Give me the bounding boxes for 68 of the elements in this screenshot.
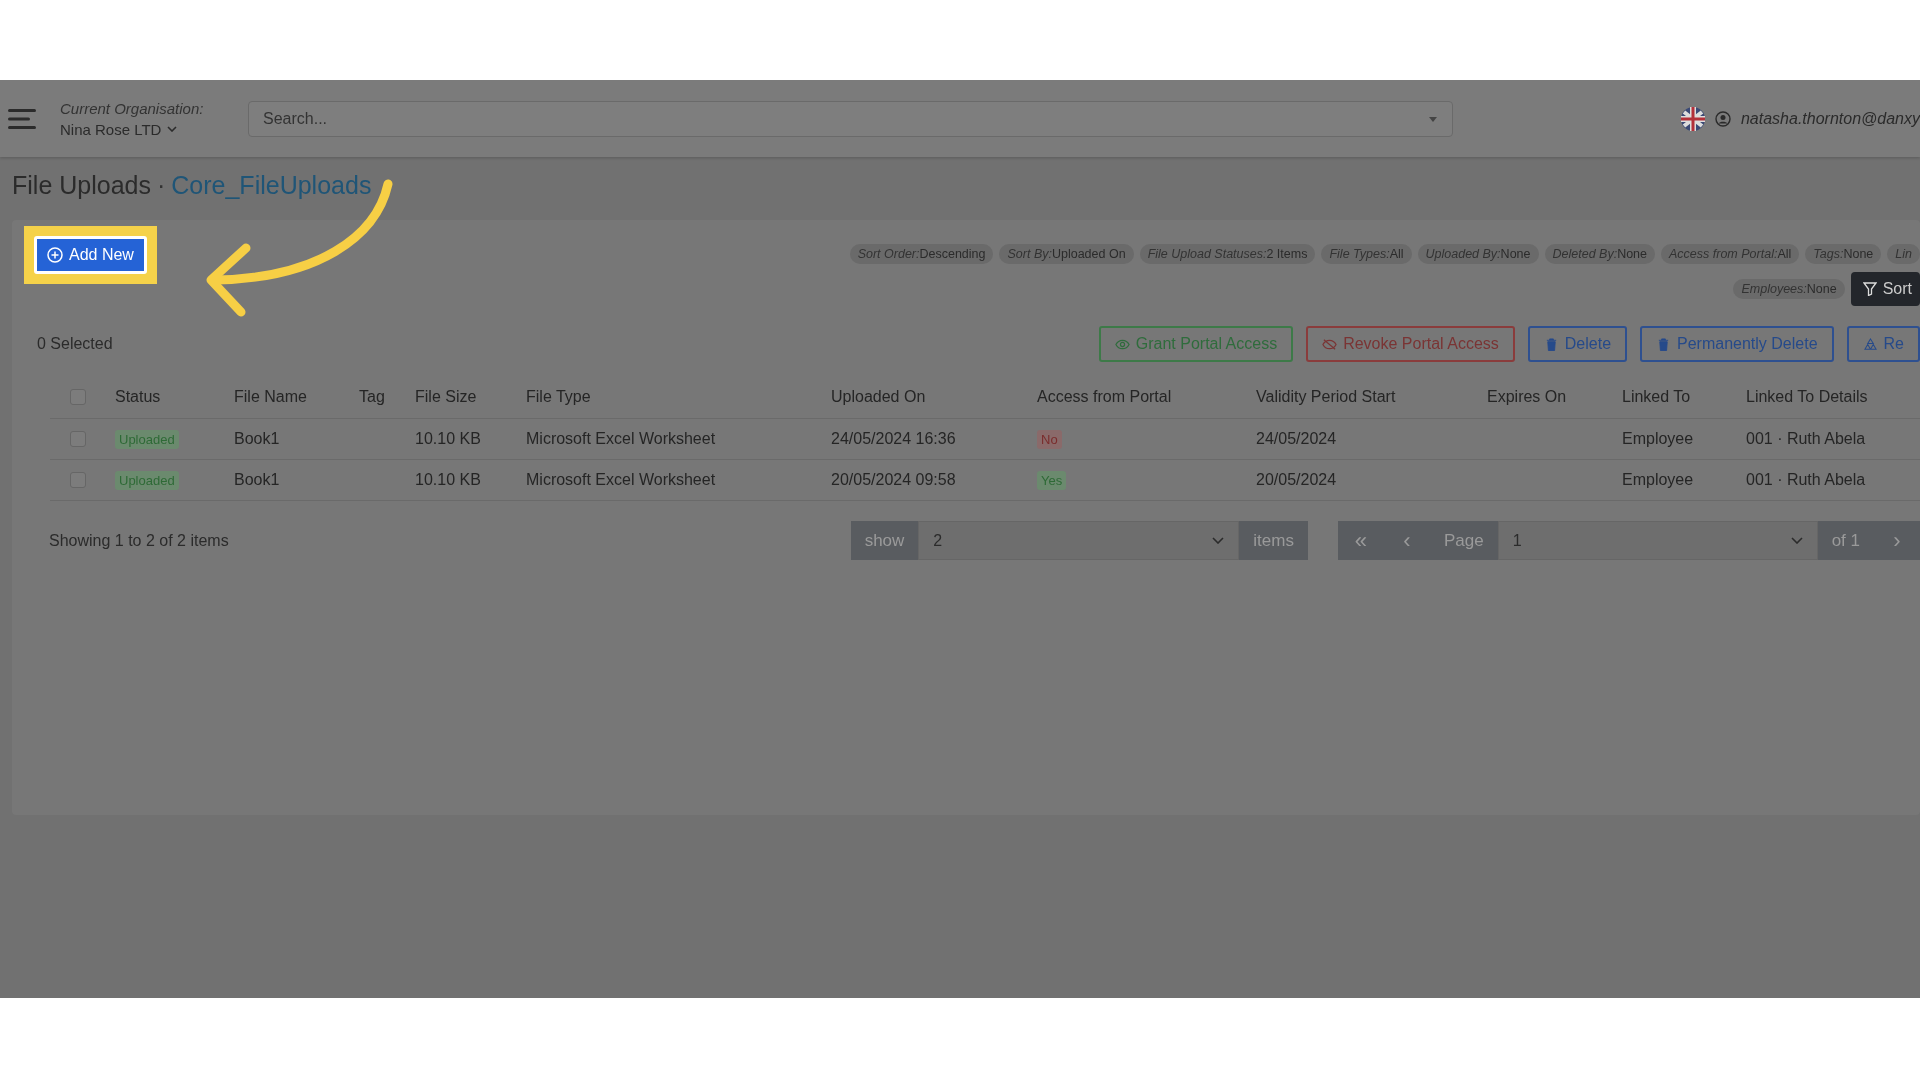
chevron-icon <box>167 126 178 132</box>
action-button[interactable]: Delete <box>1527 326 1628 362</box>
action-button[interactable]: Permanently Delete <box>1640 326 1834 362</box>
table-cell-text: Employee <box>1622 471 1695 489</box>
selected-count: 0 Selected <box>37 335 114 353</box>
table-cell-text: Book1 <box>234 471 281 489</box>
sort-button[interactable]: Sort <box>1850 272 1920 306</box>
filter-icon <box>1862 282 1877 296</box>
eye-icon <box>1114 337 1130 351</box>
showing-count: Showing 1 to 2 of 2 items <box>49 531 230 550</box>
show-label: show <box>850 521 919 560</box>
table-cell-text: Microsoft Excel Worksheet <box>526 430 717 448</box>
user-email[interactable]: natasha.thornton@danxy <box>1740 109 1920 128</box>
action-button[interactable]: Grant Portal Access <box>1098 326 1294 362</box>
status-badge: Uploaded <box>115 471 179 490</box>
items-label: items <box>1239 521 1308 560</box>
chevron-icon <box>1790 537 1803 544</box>
breadcrumb-separator: · <box>156 171 166 200</box>
page-size-select[interactable]: 2 <box>918 521 1240 560</box>
page-select[interactable]: 1 <box>1497 521 1818 560</box>
table-cell-text: 24/05/2024 16:36 <box>831 430 957 448</box>
table-cell-text: Employee <box>1622 430 1695 448</box>
page-title: File Uploads <box>12 171 151 200</box>
flag-icon[interactable] <box>1680 106 1705 131</box>
column-header[interactable]: Uploaded On <box>831 388 1037 406</box>
breadcrumb-link[interactable]: Core_FileUploads <box>171 171 372 200</box>
column-header[interactable]: Expires On <box>1487 388 1622 406</box>
plus-circle-icon <box>47 247 63 263</box>
filter-chip[interactable]: Uploaded By:None <box>1417 244 1539 264</box>
table-cell-text: 24/05/2024 <box>1256 430 1338 448</box>
access-badge: No <box>1037 430 1062 449</box>
caret-icon <box>1429 116 1437 122</box>
column-header[interactable]: Validity Period Start <box>1256 388 1487 406</box>
recycle-icon <box>1862 337 1878 351</box>
chevron-icon <box>1212 537 1225 544</box>
table-cell-text: 10.10 KB <box>415 430 482 448</box>
eye-slash-icon <box>1322 337 1338 351</box>
table-cell-text: 001 · Ruth Abela <box>1746 471 1867 489</box>
next-page-button[interactable]: › <box>1874 521 1920 560</box>
organisation-dropdown[interactable]: Nina Rose LTD <box>60 120 240 138</box>
organisation-label: Current Organisation: <box>60 99 205 117</box>
action-button[interactable]: Re <box>1846 326 1920 362</box>
column-header[interactable]: File Size <box>415 388 526 406</box>
add-new-button[interactable]: Add New <box>34 236 147 274</box>
table-cell-text: Book1 <box>234 430 281 448</box>
access-badge: Yes <box>1037 471 1067 490</box>
column-header[interactable]: Linked To <box>1622 388 1746 406</box>
column-header[interactable]: File Type <box>526 388 831 406</box>
column-header[interactable]: Linked To Details <box>1746 388 1920 406</box>
menu-icon[interactable] <box>8 107 36 130</box>
table-cell-text: 001 · Ruth Abela <box>1746 430 1867 448</box>
column-header[interactable]: Status <box>115 388 234 406</box>
user-icon <box>1714 110 1731 127</box>
column-header[interactable]: Access from Portal <box>1037 388 1256 406</box>
filter-chip[interactable]: Employees:None <box>1733 279 1845 299</box>
first-page-button[interactable]: « <box>1337 521 1384 560</box>
table-cell-text: Microsoft Excel Worksheet <box>526 471 717 489</box>
page-count: of 1 <box>1817 521 1874 560</box>
search-field[interactable]: Search... <box>248 100 1453 137</box>
column-header[interactable]: Tag <box>359 388 415 406</box>
column-header[interactable]: File Name <box>234 388 359 406</box>
previous-page-button[interactable]: ‹ <box>1383 521 1430 560</box>
action-button[interactable]: Revoke Portal Access <box>1306 326 1515 362</box>
table-cell-text: 20/05/2024 <box>1256 471 1338 489</box>
table-cell-text: 20/05/2024 09:58 <box>831 471 957 489</box>
table-cell-text: 10.10 KB <box>415 471 482 489</box>
page-label: Page <box>1429 521 1498 560</box>
status-badge: Uploaded <box>115 430 179 449</box>
